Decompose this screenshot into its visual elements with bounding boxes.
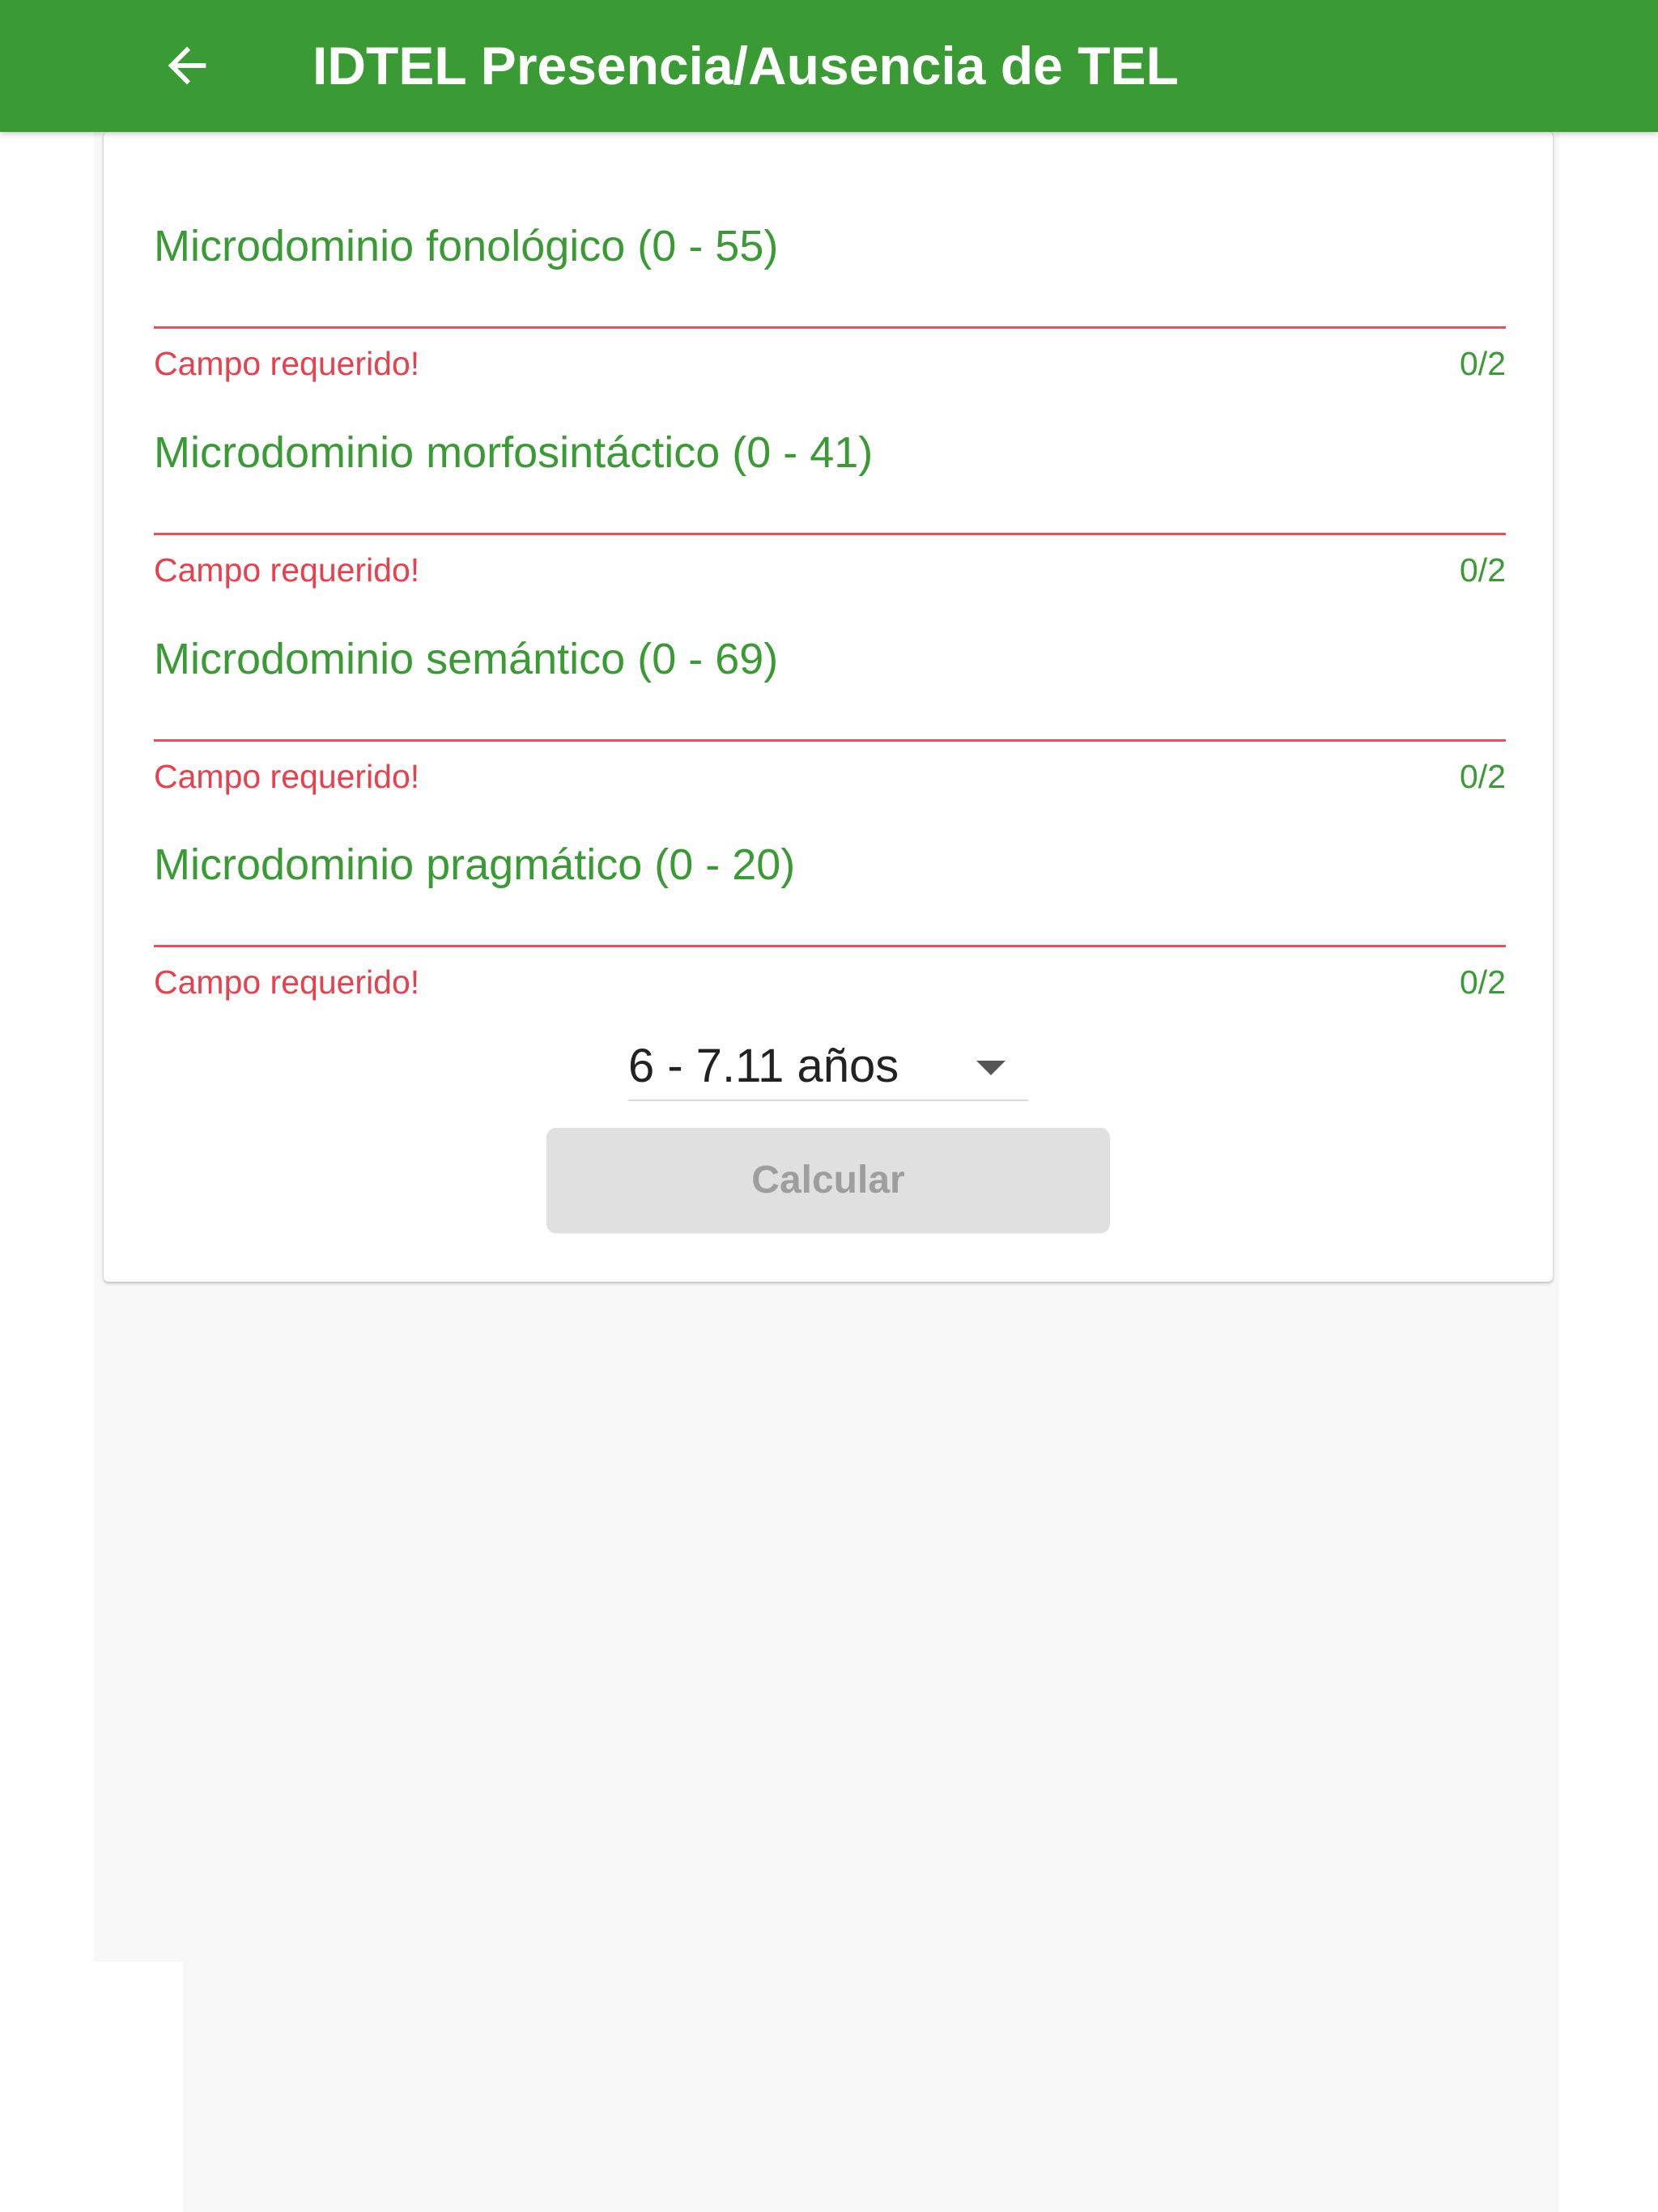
field-pragmatico[interactable]: Microdominio pragmático (0 - 20) Campo r…: [154, 751, 1506, 1001]
field-label: Microdominio pragmático (0 - 20): [154, 840, 796, 889]
back-button[interactable]: [151, 29, 223, 102]
field-underline: [154, 739, 1506, 742]
field-label: Microdominio fonológico (0 - 55): [154, 222, 779, 270]
field-underline: [154, 326, 1506, 329]
field-error: Campo requerido!: [154, 963, 420, 1001]
field-semantico[interactable]: Microdominio semántico (0 - 69) Campo re…: [154, 545, 1506, 795]
page-title: IDTEL Presencia/Ausencia de TEL: [312, 36, 1179, 96]
field-label: Microdominio morfosintáctico (0 - 41): [154, 428, 874, 477]
screen-background-lower: [183, 1962, 1559, 2212]
app-bar: IDTEL Presencia/Ausencia de TEL: [0, 0, 1658, 132]
form-card: Microdominio fonológico (0 - 55) Campo r…: [104, 132, 1553, 1282]
calculate-button[interactable]: Calcular: [546, 1128, 1110, 1233]
age-range-select[interactable]: 6 - 7.11 años: [628, 1035, 1028, 1101]
field-label: Microdominio semántico (0 - 69): [154, 635, 779, 683]
field-underline: [154, 533, 1506, 535]
field-fonologico[interactable]: Microdominio fonológico (0 - 55) Campo r…: [154, 132, 1506, 382]
app-bar-inner: IDTEL Presencia/Ausencia de TEL: [94, 0, 1559, 132]
field-counter: 0/2: [1460, 963, 1506, 1001]
arrow-left-icon: [168, 46, 206, 85]
field-morfosintactico[interactable]: Microdominio morfosintáctico (0 - 41) Ca…: [154, 338, 1506, 589]
caret-down-icon: [976, 1061, 1005, 1075]
field-underline: [154, 945, 1506, 947]
age-range-value: 6 - 7.11 años: [628, 1040, 899, 1092]
